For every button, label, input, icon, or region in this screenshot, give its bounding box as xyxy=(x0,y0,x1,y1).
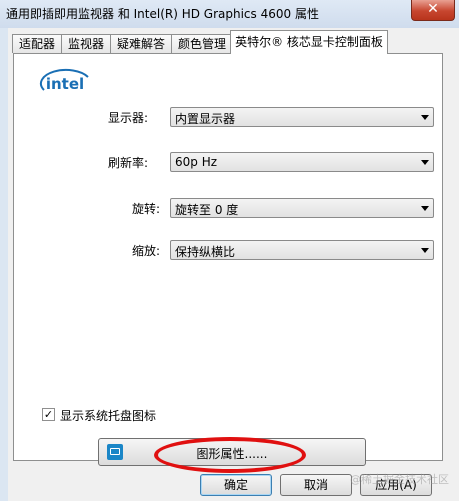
close-icon: ✕ xyxy=(427,1,439,17)
graphics-properties-button[interactable]: 图形属性...... xyxy=(98,438,366,466)
graphics-properties-label: 图形属性...... xyxy=(196,447,268,461)
properties-window: 通用即插即用监视器 和 Intel(R) HD Graphics 4600 属性… xyxy=(0,0,459,501)
tab-adapter[interactable]: 适配器 xyxy=(12,34,62,53)
checkmark-icon: ✓ xyxy=(43,408,54,421)
intel-logo-icon: intel xyxy=(39,68,89,93)
dialog-client-area: 适配器 监视器 疑难解答 颜色管理 英特尔® 核芯显卡控制面板 intel 显示… xyxy=(8,28,459,501)
tab-label: 监视器 xyxy=(67,37,104,51)
tray-icon-checkbox[interactable]: ✓ xyxy=(42,408,55,421)
chevron-down-icon xyxy=(421,206,429,211)
ok-button[interactable]: 确定 xyxy=(200,474,272,496)
title-bar[interactable]: 通用即插即用监视器 和 Intel(R) HD Graphics 4600 属性… xyxy=(0,0,459,28)
chevron-down-icon xyxy=(421,248,429,253)
scaling-value: 保持纵横比 xyxy=(175,245,236,259)
tab-intel-control-panel[interactable]: 英特尔® 核芯显卡控制面板 xyxy=(230,30,388,54)
refresh-value: 60p Hz xyxy=(175,155,218,169)
refresh-select[interactable]: 60p Hz xyxy=(170,152,434,172)
display-value: 内置显示器 xyxy=(175,112,236,126)
rotation-select[interactable]: 旋转至 0 度 xyxy=(170,198,434,218)
tab-label: 疑难解答 xyxy=(116,37,165,51)
tab-color-management[interactable]: 颜色管理 xyxy=(171,34,233,53)
tab-label: 英特尔® 核芯显卡控制面板 xyxy=(235,35,383,49)
tab-monitor[interactable]: 监视器 xyxy=(61,34,111,53)
cancel-button[interactable]: 取消 xyxy=(280,474,352,496)
chevron-down-icon xyxy=(421,160,429,165)
tab-troubleshoot[interactable]: 疑难解答 xyxy=(110,34,172,53)
display-select[interactable]: 内置显示器 xyxy=(170,107,434,127)
rotation-value: 旋转至 0 度 xyxy=(175,203,239,217)
refresh-label: 刷新率: xyxy=(108,156,149,170)
watermark: @稀土掘金技术社区 xyxy=(350,473,449,486)
intel-logo-text: intel xyxy=(46,75,84,93)
close-button[interactable]: ✕ xyxy=(411,0,455,21)
rotation-label: 旋转: xyxy=(132,202,161,216)
tab-panel: intel 显示器: 内置显示器 刷新率: 60p Hz 旋转: 旋转至 0 度… xyxy=(13,53,443,466)
tab-label: 适配器 xyxy=(18,37,55,51)
scaling-label: 缩放: xyxy=(132,244,161,258)
display-label: 显示器: xyxy=(108,111,149,125)
chevron-down-icon xyxy=(421,115,429,120)
window-title: 通用即插即用监视器 和 Intel(R) HD Graphics 4600 属性 xyxy=(6,7,319,21)
tab-label: 颜色管理 xyxy=(177,37,226,51)
scaling-select[interactable]: 保持纵横比 xyxy=(170,240,434,260)
tray-icon-label[interactable]: 显示系统托盘图标 xyxy=(60,407,156,424)
